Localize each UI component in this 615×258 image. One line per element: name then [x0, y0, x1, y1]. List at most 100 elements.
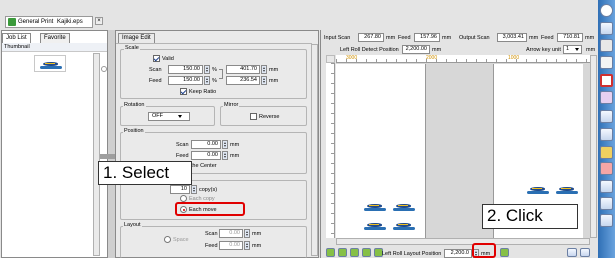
- output-feed-label: Feed: [541, 35, 554, 41]
- window-tab-label: General Print: [18, 19, 54, 25]
- rotation-value: OFF: [152, 113, 163, 119]
- position-scan-spinner[interactable]: [222, 140, 228, 149]
- position-feed-unit: mm: [230, 153, 240, 159]
- window-icon-2[interactable]: [580, 248, 590, 257]
- layout-scan-label: Scan: [205, 231, 218, 237]
- palette-icon[interactable]: [600, 39, 613, 52]
- left-scrollbar[interactable]: [93, 53, 100, 256]
- scale-feed-mm-input[interactable]: 236.54: [226, 76, 260, 85]
- scale-scan-label: Scan: [149, 67, 162, 73]
- ruler-label-1000: 1000: [508, 55, 520, 61]
- layout-group-label: Layout: [123, 222, 142, 229]
- position-feed-label: Feed: [176, 153, 189, 159]
- copies-spinner[interactable]: [191, 185, 197, 194]
- input-scan-label: Input Scan: [324, 35, 351, 41]
- print-icon[interactable]: [600, 214, 613, 227]
- layout-scan-spinner[interactable]: [244, 229, 250, 238]
- scale-scan-percent-input[interactable]: 150.00: [168, 65, 203, 74]
- scale-scan-mm-spinner[interactable]: [261, 65, 267, 74]
- scale-feed-label: Feed: [149, 78, 162, 84]
- window-icon-1[interactable]: [567, 248, 577, 257]
- move-tool-icon[interactable]: [600, 74, 613, 87]
- detect-position-input[interactable]: 2,200.00: [402, 45, 430, 54]
- settings-icon[interactable]: [600, 56, 613, 69]
- reverse-label: Reverse: [259, 114, 280, 120]
- keep-ratio-checkbox[interactable]: [180, 88, 187, 95]
- fit-page-icon[interactable]: [350, 248, 359, 257]
- detect-position-unit: mm: [432, 47, 442, 53]
- position-scan-label: Scan: [176, 142, 189, 148]
- add-icon[interactable]: [600, 162, 613, 175]
- position-feed-spinner[interactable]: [222, 151, 228, 160]
- rotation-dropdown[interactable]: OFF: [148, 112, 190, 121]
- arrange-icon[interactable]: [600, 110, 613, 123]
- color-icon[interactable]: [600, 146, 613, 159]
- arrow-key-unit-dropdown[interactable]: 1: [563, 45, 582, 54]
- position-scan-input[interactable]: 0.00: [191, 140, 221, 149]
- each-copy-radio[interactable]: [180, 195, 187, 202]
- output-feed-unit: mm: [585, 35, 595, 41]
- copies-input[interactable]: 10: [170, 185, 190, 194]
- tile-icon[interactable]: [600, 128, 613, 141]
- thumbnail-header: Thumbnail: [2, 43, 107, 52]
- zoom-out-icon[interactable]: [338, 248, 347, 257]
- detect-position-label: Left Roll Detect Position: [340, 47, 399, 53]
- scale-scan-mm-input[interactable]: 401.70: [226, 65, 260, 74]
- tab-image-edit-label: Image Edit: [122, 35, 151, 41]
- select-callout: 1. Select: [98, 161, 192, 185]
- apply-arrow-icon[interactable]: [500, 248, 509, 257]
- window-tab[interactable]: General Print Kajiki.eps: [5, 16, 93, 28]
- scale-feed-percent-unit: %: [212, 78, 217, 84]
- layout-feed-label: Feed: [205, 243, 218, 249]
- cut-tool-icon[interactable]: [600, 91, 613, 104]
- valid-checkbox[interactable]: [153, 55, 160, 62]
- copies-unit-label: copy(s): [199, 187, 218, 193]
- ruler-corner: [326, 55, 335, 63]
- input-feed-unit: mm: [442, 35, 452, 41]
- select-highlight-box: [175, 202, 245, 216]
- layout-scan-unit: mm: [252, 231, 262, 237]
- tab-job-list[interactable]: Job List: [2, 33, 31, 43]
- preview-vertical-scrollbar[interactable]: [590, 55, 597, 238]
- preview-horizontal-scrollbar[interactable]: [336, 238, 590, 245]
- position-feed-input[interactable]: 0.00: [191, 151, 221, 160]
- media-sheet-left: [336, 64, 426, 238]
- scale-feed-percent-spinner[interactable]: [204, 76, 210, 85]
- scale-scan-percent-spinner[interactable]: [204, 65, 210, 74]
- input-scan-value: 267.80: [358, 33, 384, 42]
- input-scan-unit: mm: [386, 35, 396, 41]
- preview-fish-3: [364, 222, 386, 230]
- scale-scan-percent-unit: %: [212, 67, 217, 73]
- tab-job-list-label: Job List: [6, 35, 27, 41]
- layout-icon[interactable]: [600, 22, 613, 35]
- chevron-down-icon: [575, 48, 579, 51]
- scale-feed-mm-spinner[interactable]: [261, 76, 267, 85]
- save-icon[interactable]: [600, 180, 613, 193]
- info-icon[interactable]: [600, 4, 613, 17]
- reverse-checkbox[interactable]: [250, 113, 257, 120]
- preview-fish-5: [527, 186, 549, 194]
- zoom-in-icon[interactable]: [326, 248, 335, 257]
- image-edit-scrollbar[interactable]: [311, 44, 318, 256]
- window-tab-file: Kajiki.eps: [57, 19, 83, 25]
- actual-size-icon[interactable]: [362, 248, 371, 257]
- space-radio[interactable]: [164, 236, 171, 243]
- layout-position-input[interactable]: 2,200.0: [444, 249, 472, 258]
- position-scan-unit: mm: [230, 142, 240, 148]
- layout-scan-input[interactable]: 0.00: [219, 229, 243, 238]
- layout-feed-spinner[interactable]: [244, 241, 250, 250]
- layout-feed-input[interactable]: 0.00: [219, 241, 243, 250]
- tab-close-icon[interactable]: ×: [95, 17, 103, 25]
- splitter-handle[interactable]: [101, 66, 107, 72]
- tab-favorite[interactable]: Favorite: [40, 33, 70, 43]
- tab-image-edit[interactable]: Image Edit: [118, 33, 155, 43]
- job-thumbnail[interactable]: [34, 55, 66, 72]
- output-feed-value: 710.81: [557, 33, 583, 42]
- space-label: Space: [173, 237, 189, 243]
- layout-feed-unit: mm: [252, 243, 262, 249]
- preview-fish-2: [393, 203, 415, 211]
- scale-feed-percent-input[interactable]: 150.00: [168, 76, 203, 85]
- export-icon[interactable]: [600, 197, 613, 210]
- rotation-group-label: Rotation: [123, 102, 146, 109]
- tab-favorite-label: Favorite: [44, 35, 66, 41]
